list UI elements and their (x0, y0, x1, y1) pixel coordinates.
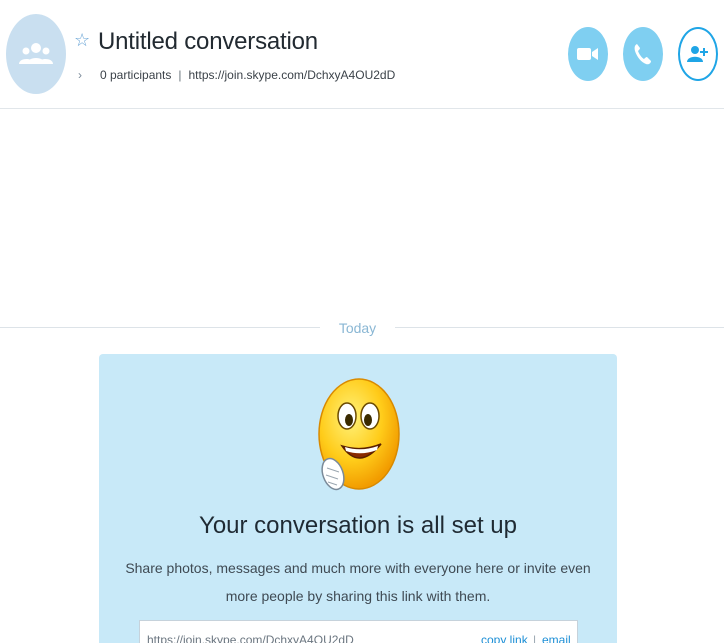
participants-count[interactable]: 0 participants (100, 68, 171, 82)
video-call-button[interactable] (568, 27, 608, 81)
conversation-info: › 0 participants | https://join.skype.co… (78, 66, 395, 84)
add-person-icon (687, 46, 708, 62)
smile-emoticon (318, 378, 400, 491)
card-description: Share photos, messages and much more wit… (125, 560, 591, 604)
conversation-header: ☆ Untitled conversation › 0 participants… (0, 0, 724, 109)
separator: | (178, 68, 182, 82)
link-separator: | (533, 633, 537, 643)
video-call-icon (577, 48, 598, 60)
card-title: Your conversation is all set up (199, 512, 517, 539)
copy-link-button[interactable]: copy link (481, 633, 528, 643)
group-avatar[interactable] (6, 14, 66, 94)
star-icon[interactable]: ☆ (74, 31, 92, 49)
join-link-box: https://join.skype.com/DchxyA4OU2dD copy… (139, 620, 578, 643)
conversation-window: ☆ Untitled conversation › 0 participants… (0, 0, 724, 643)
chevron-right-icon[interactable]: › (78, 68, 100, 82)
divider-line (395, 327, 724, 328)
join-link[interactable]: https://join.skype.com/DchxyA4OU2dD (189, 68, 396, 82)
group-icon (19, 43, 53, 64)
add-participants-button[interactable] (678, 27, 718, 81)
phone-icon (634, 44, 651, 65)
conversation-title[interactable]: Untitled conversation (98, 28, 318, 56)
join-link-field[interactable]: https://join.skype.com/DchxyA4OU2dD (147, 633, 354, 643)
today-label: Today (338, 320, 377, 336)
audio-call-button[interactable] (623, 27, 663, 81)
divider-line (0, 327, 320, 328)
welcome-card: Your conversation is all set up Share ph… (99, 354, 617, 643)
email-link-button[interactable]: email (542, 633, 571, 643)
